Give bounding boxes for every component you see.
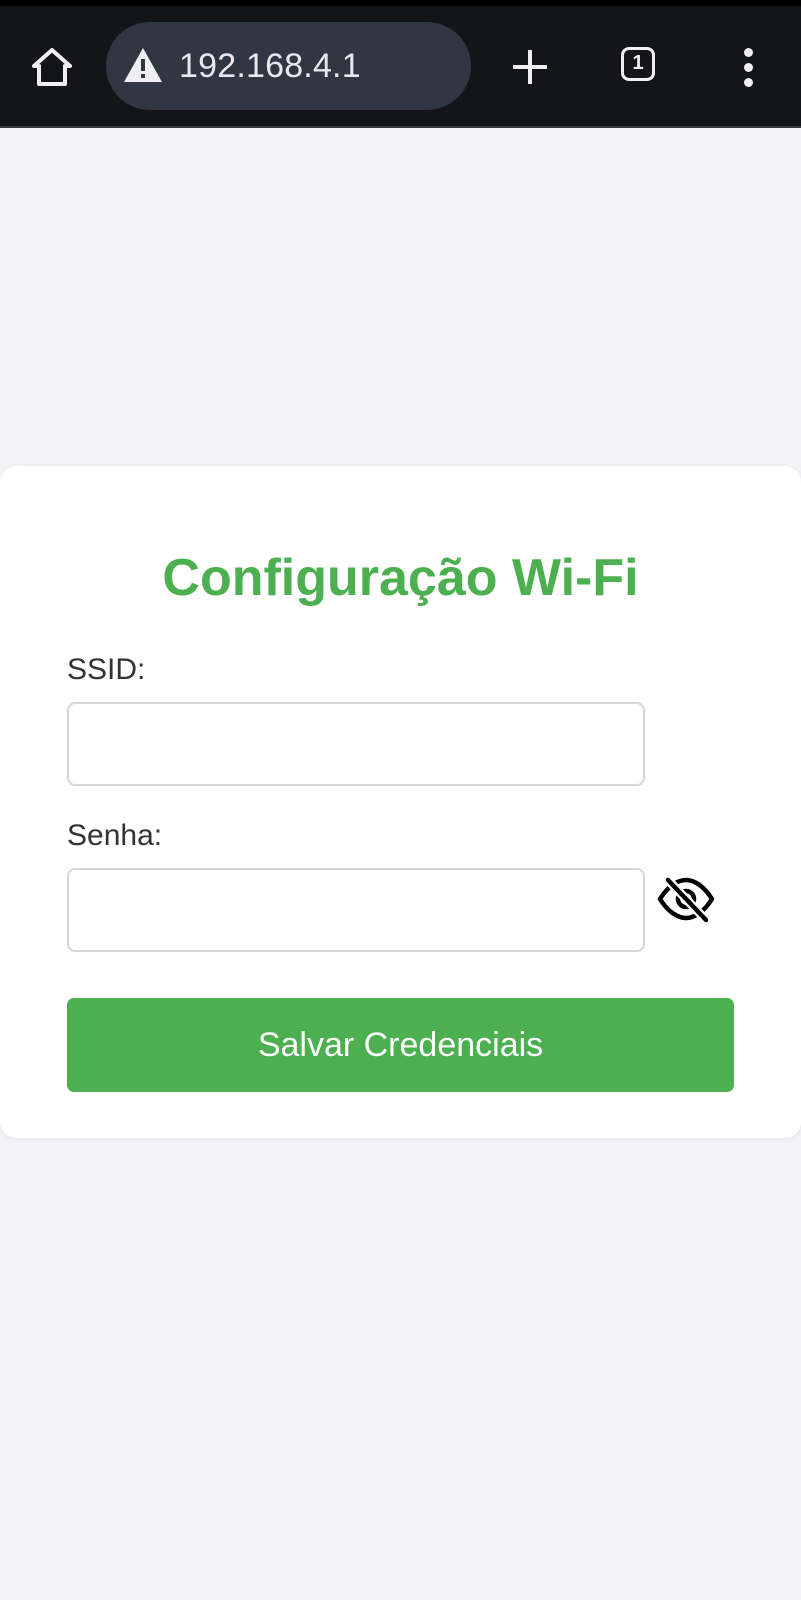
password-input[interactable] [67, 868, 645, 952]
page-title: Configuração Wi-Fi [162, 549, 639, 607]
tab-switcher-button[interactable]: 1 [618, 44, 664, 90]
browser-menu-button[interactable] [728, 44, 768, 90]
ssid-label: SSID: [67, 653, 146, 686]
warning-triangle-icon[interactable] [122, 46, 164, 84]
tab-count: 1 [632, 52, 644, 74]
home-button[interactable] [28, 44, 76, 90]
ssid-input[interactable] [67, 702, 645, 786]
home-icon [32, 48, 72, 86]
menu-dot [743, 62, 753, 72]
password-label: Senha: [67, 819, 163, 852]
wifi-config-card: Configuração Wi-Fi SSID: Senha: Salvar C… [0, 466, 801, 1138]
tab-switcher-icon: 1 [621, 47, 655, 81]
status-bar-strip [0, 0, 801, 6]
browser-toolbar: 192.168.4.1 1 [0, 0, 801, 128]
password-visibility-toggle[interactable] [656, 874, 716, 924]
vertical-dots-icon [743, 47, 753, 57]
new-tab-button[interactable] [507, 44, 553, 90]
save-credentials-button[interactable]: Salvar Credenciais [67, 998, 734, 1092]
eye-slash-icon [657, 876, 715, 924]
address-bar[interactable]: 192.168.4.1 [106, 22, 471, 110]
plus-icon [513, 50, 547, 84]
menu-dot [743, 77, 753, 87]
url-text: 192.168.4.1 [179, 47, 361, 85]
